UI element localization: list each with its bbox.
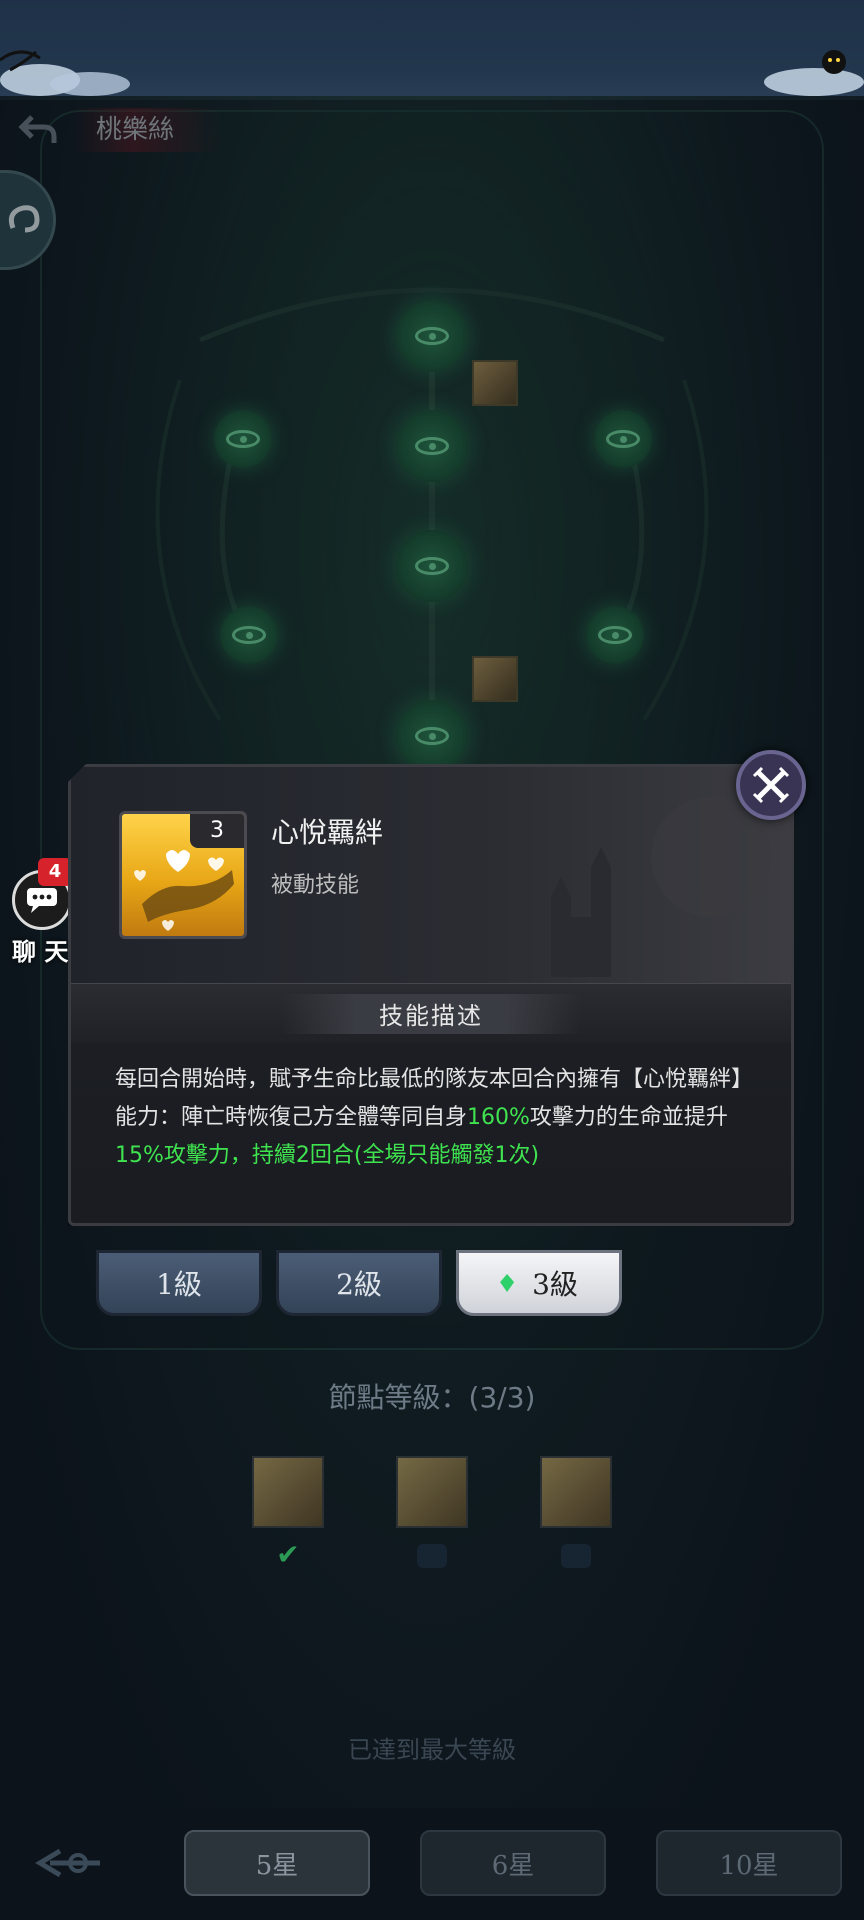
close-popup-button[interactable] — [736, 750, 806, 820]
star-tab-5[interactable]: 5星 — [184, 1830, 370, 1896]
skill-name: 心悅羈絆 — [271, 816, 384, 849]
max-level-text: 已達到最大等級 — [348, 1736, 516, 1764]
cloud-right-decoration — [764, 50, 864, 96]
skill-icon: 3 — [119, 811, 247, 939]
description-highlight-2: 15%攻擊力，持續2回合(全場只能觸發1次) — [115, 1143, 540, 1168]
sky-strip — [0, 0, 864, 100]
check-icon: ✔ — [276, 1538, 300, 1571]
level-tab-1[interactable]: 1級 — [96, 1250, 262, 1316]
popup-header-area: 3 心悅羈絆 被動技能 — [71, 767, 791, 983]
chat-unread-badge: 4 — [38, 858, 72, 886]
level-2-icon[interactable] — [396, 1456, 468, 1528]
level-tab-3-label: 3級 — [532, 1268, 578, 1301]
ornate-arrow-icon — [35, 1848, 100, 1878]
level-tabs: 1級 2級 3級 — [96, 1250, 636, 1320]
level-tab-2[interactable]: 2級 — [276, 1250, 442, 1316]
close-icon — [752, 766, 790, 804]
level-1-icon[interactable] — [252, 1456, 324, 1528]
description-part-2: 攻擊力的生命並提升 — [529, 1105, 728, 1130]
bottom-back-button[interactable] — [0, 1828, 130, 1898]
skill-level-tag: 3 — [190, 814, 244, 848]
node-level-text: 節點等級：(3/3) — [328, 1381, 536, 1414]
description-title: 技能描述 — [281, 993, 581, 1034]
skill-description: 每回合開始時，賦予生命比最低的隊友本回合內擁有【心悅羈絆】能力：陣亡時恢復己方全… — [115, 1061, 761, 1175]
level-icons-row: ✔ — [0, 1456, 864, 1576]
skill-type: 被動技能 — [271, 873, 360, 898]
description-header: 技能描述 — [71, 983, 791, 1043]
empty-slot-indicator — [417, 1544, 447, 1568]
chat-button[interactable]: 4 聊 天 — [4, 858, 78, 966]
cloud-left-decoration — [0, 50, 130, 96]
star-tab-10[interactable]: 10星 — [656, 1830, 842, 1896]
star-tab-6[interactable]: 6星 — [420, 1830, 606, 1896]
level-3-icon[interactable] — [540, 1456, 612, 1528]
empty-slot-indicator — [561, 1544, 591, 1568]
level-tab-3[interactable]: 3級 — [456, 1250, 622, 1316]
skill-detail-popup: 3 心悅羈絆 被動技能 技能描述 每回合開始時，賦予生命比最低的隊友本回合內擁有… — [68, 764, 794, 1226]
gem-icon — [500, 1274, 515, 1292]
castle-silhouette-decoration — [551, 797, 771, 977]
description-highlight-1: 160% — [467, 1105, 530, 1130]
